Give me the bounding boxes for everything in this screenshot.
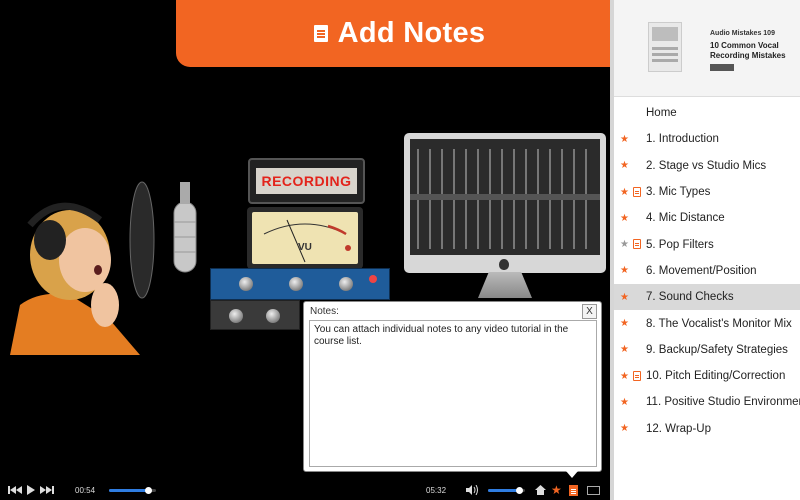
favorite-star-icon[interactable]: ★ bbox=[620, 292, 629, 303]
microphone-image bbox=[173, 182, 197, 273]
course-tag bbox=[710, 64, 734, 71]
elapsed-time: 00:54 bbox=[75, 485, 96, 495]
lesson-label: Home bbox=[646, 107, 677, 120]
lesson-label: 9. Backup/Safety Strategies bbox=[646, 343, 788, 356]
lesson-label: 6. Movement/Position bbox=[646, 264, 757, 277]
lesson-label: 5. Pop Filters bbox=[646, 238, 714, 251]
favorite-star-icon[interactable]: ★ bbox=[620, 187, 629, 198]
lesson-item[interactable]: ★ 1. Introduction bbox=[614, 126, 800, 152]
note-icon bbox=[313, 25, 328, 42]
fast-forward-icon[interactable] bbox=[40, 480, 54, 500]
note-icon bbox=[633, 186, 641, 197]
imac-stand bbox=[478, 272, 532, 298]
lesson-item[interactable]: ★ 6. Movement/Position bbox=[614, 258, 800, 284]
imac-image bbox=[404, 133, 606, 273]
notes-icon[interactable] bbox=[569, 480, 578, 500]
pop-filter-image bbox=[129, 181, 155, 299]
favorite-star-icon[interactable]: ★ bbox=[620, 265, 629, 276]
lesson-item[interactable]: ★ 11. Positive Studio Environment bbox=[614, 389, 800, 415]
lesson-label: 7. Sound Checks bbox=[646, 291, 734, 304]
lesson-item[interactable]: ★ 10. Pitch Editing/Correction bbox=[614, 363, 800, 389]
preamp-rack bbox=[210, 268, 390, 300]
playback-controls: 00:54 05:32 ★ bbox=[0, 480, 610, 500]
progress-thumb[interactable] bbox=[145, 487, 153, 494]
progress-slider[interactable] bbox=[109, 487, 156, 494]
course-sidebar: Audio Mistakes 109 10 Common Vocal Recor… bbox=[610, 0, 800, 500]
recording-label: RECORDING bbox=[261, 173, 352, 189]
vu-label: VU bbox=[298, 242, 312, 253]
lesson-label: 10. Pitch Editing/Correction bbox=[646, 370, 786, 383]
favorite-star-icon[interactable]: ★ bbox=[620, 160, 629, 171]
vu-meter: VU bbox=[247, 207, 363, 269]
volume-thumb[interactable] bbox=[515, 487, 523, 494]
favorite-star-icon[interactable]: ★ bbox=[620, 423, 629, 434]
compressor-rack bbox=[210, 300, 300, 330]
course-header: Audio Mistakes 109 10 Common Vocal Recor… bbox=[614, 0, 800, 97]
lesson-label: 1. Introduction bbox=[646, 133, 719, 146]
favorite-star-icon[interactable]: ★ bbox=[620, 344, 629, 355]
lesson-label: 8. The Vocalist's Monitor Mix bbox=[646, 317, 792, 330]
close-notes-button[interactable]: X bbox=[582, 304, 597, 319]
volume-icon[interactable] bbox=[466, 480, 479, 500]
lesson-label: 2. Stage vs Studio Mics bbox=[646, 159, 767, 172]
note-icon bbox=[633, 239, 641, 250]
lesson-label: 12. Wrap-Up bbox=[646, 422, 711, 435]
course-series: Audio Mistakes 109 bbox=[710, 30, 775, 37]
lesson-label: 4. Mic Distance bbox=[646, 212, 725, 225]
favorite-star-icon[interactable]: ★ bbox=[620, 239, 629, 250]
lesson-home[interactable]: Home bbox=[614, 100, 800, 126]
banner-title: Add Notes bbox=[337, 17, 486, 49]
notes-popover-arrow bbox=[566, 471, 578, 478]
add-notes-banner: Add Notes bbox=[176, 0, 610, 67]
apple-logo-icon bbox=[499, 259, 509, 270]
favorite-star-icon[interactable]: ★ bbox=[620, 371, 629, 382]
favorite-star-icon[interactable]: ★ bbox=[620, 318, 629, 329]
lesson-item[interactable]: ★ 2. Stage vs Studio Mics bbox=[614, 153, 800, 179]
lesson-list: Home ★ 1. Introduction ★ 2. Stage vs Studio … bbox=[614, 100, 800, 442]
course-title: 10 Common Vocal Recording Mistakes bbox=[710, 41, 786, 60]
total-time: 05:32 bbox=[426, 485, 447, 495]
lesson-item[interactable]: ★ 8. The Vocalist's Monitor Mix bbox=[614, 310, 800, 336]
home-icon[interactable] bbox=[535, 480, 546, 500]
volume-slider[interactable] bbox=[488, 487, 525, 494]
favorite-star-icon[interactable]: ★ bbox=[620, 134, 629, 145]
lesson-item[interactable]: ★ 12. Wrap-Up bbox=[614, 416, 800, 442]
lesson-item[interactable]: ★ 7. Sound Checks bbox=[614, 284, 800, 311]
recording-sign: RECORDING bbox=[248, 158, 365, 204]
lesson-item[interactable]: ★ 4. Mic Distance bbox=[614, 205, 800, 231]
notes-label: Notes: bbox=[310, 306, 339, 317]
play-icon[interactable] bbox=[27, 480, 35, 500]
lesson-item[interactable]: ★ 5. Pop Filters bbox=[614, 231, 800, 257]
star-icon[interactable]: ★ bbox=[551, 480, 562, 500]
course-cover-image bbox=[648, 22, 682, 72]
fullscreen-icon[interactable] bbox=[587, 480, 600, 500]
lesson-label: 11. Positive Studio Environment bbox=[646, 396, 800, 409]
notes-textarea[interactable]: You can attach individual notes to any v… bbox=[309, 320, 597, 467]
lesson-item[interactable]: ★ 9. Backup/Safety Strategies bbox=[614, 337, 800, 363]
lesson-label: 3. Mic Types bbox=[646, 186, 711, 199]
rewind-icon[interactable] bbox=[8, 480, 22, 500]
favorite-star-icon[interactable]: ★ bbox=[620, 213, 629, 224]
note-icon bbox=[633, 370, 641, 381]
lesson-item[interactable]: ★ 3. Mic Types bbox=[614, 179, 800, 205]
favorite-star-icon[interactable]: ★ bbox=[620, 397, 629, 408]
notes-popover: Notes: X You can attach individual notes… bbox=[303, 301, 602, 472]
